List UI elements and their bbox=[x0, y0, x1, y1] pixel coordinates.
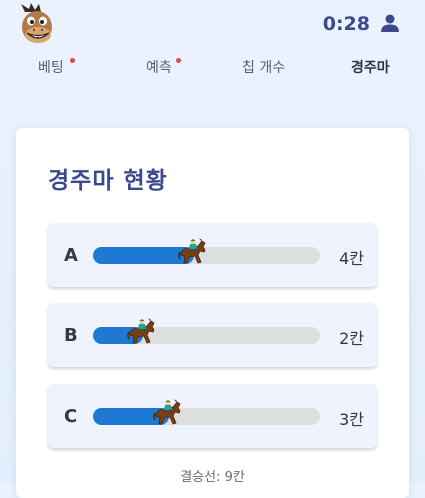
countdown-timer: 0:28 bbox=[322, 13, 370, 35]
notification-dot bbox=[70, 58, 75, 63]
horse-mascot-icon[interactable] bbox=[17, 2, 59, 46]
progress-track bbox=[93, 318, 320, 344]
cell-count: 4칸 bbox=[339, 249, 364, 268]
cell-count: 2칸 bbox=[339, 329, 364, 348]
lane-a: A 4칸 bbox=[48, 223, 377, 287]
tab-chip-count[interactable]: 칩 개수 bbox=[242, 57, 285, 77]
progress-track bbox=[93, 238, 320, 264]
notification-dot bbox=[176, 58, 181, 63]
race-status-card: 경주마 현황 A 4칸 B 2칸 C 3칸 결승선: 9칸 bbox=[16, 128, 409, 498]
tab-label: 경주마 bbox=[351, 60, 390, 76]
racehorse-icon bbox=[127, 317, 157, 345]
tab-label: 예측 bbox=[146, 60, 172, 76]
lane-b: B 2칸 bbox=[48, 303, 377, 367]
main-nav: 베팅 예측 칩 개수 경주마 bbox=[0, 52, 425, 80]
lane-label: C bbox=[64, 406, 78, 427]
user-icon[interactable] bbox=[380, 13, 400, 33]
tab-label: 베팅 bbox=[38, 60, 64, 76]
racehorse-icon bbox=[178, 237, 208, 265]
lane-c: C 3칸 bbox=[48, 384, 377, 448]
progress-track bbox=[93, 399, 320, 425]
lane-label: A bbox=[64, 245, 78, 266]
racehorse-icon bbox=[153, 398, 183, 426]
tab-label: 칩 개수 bbox=[242, 60, 286, 76]
finish-line-text: 결승선: 9칸 bbox=[180, 470, 245, 485]
tab-racehorse[interactable]: 경주마 bbox=[351, 57, 390, 77]
cell-count: 3칸 bbox=[339, 410, 364, 429]
tab-prediction[interactable]: 예측 bbox=[146, 57, 181, 77]
top-bar: 0:28 bbox=[0, 0, 425, 48]
lane-label: B bbox=[64, 325, 78, 346]
tab-betting[interactable]: 베팅 bbox=[38, 57, 75, 77]
card-title: 경주마 현황 bbox=[48, 168, 168, 194]
